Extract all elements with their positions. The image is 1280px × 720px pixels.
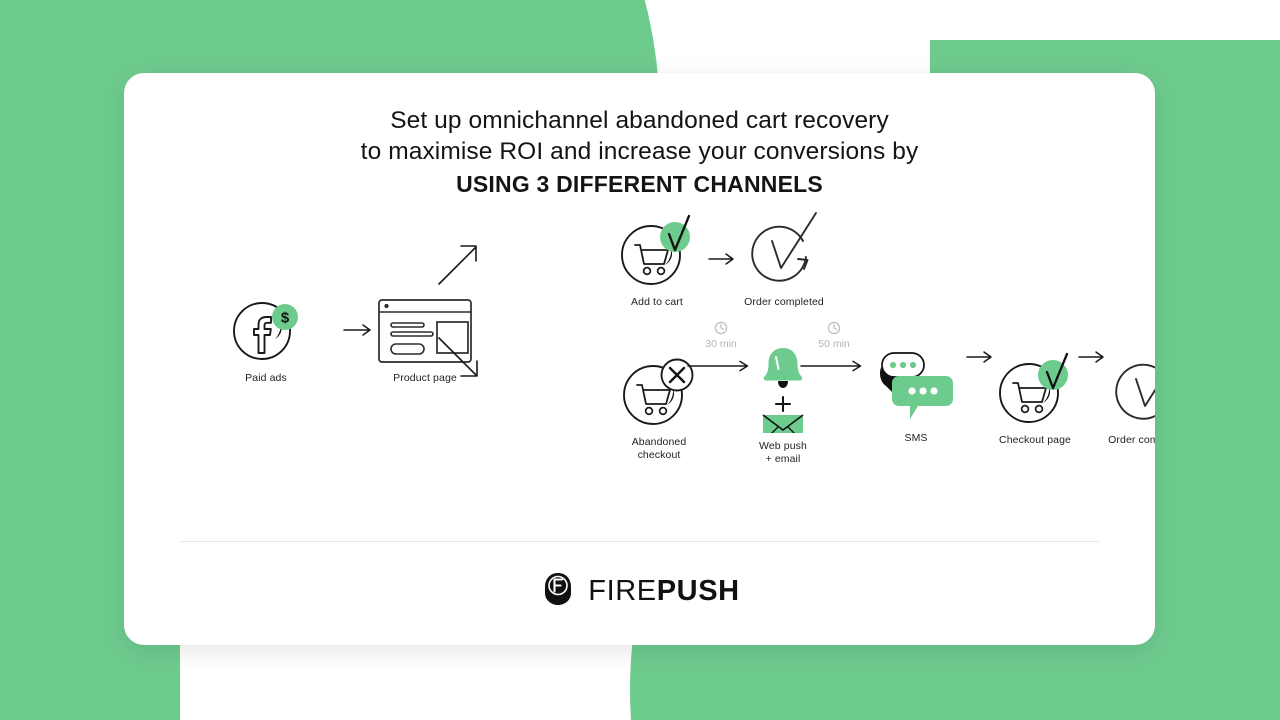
node-label: Product page [393,371,457,384]
order-completed-icon [746,211,822,289]
firepush-logo: FIREPUSH [124,570,1155,613]
clock-icon [714,321,728,338]
node-product-page: Product page [310,291,540,385]
node-label: Order completed [1108,433,1155,446]
cart-check-icon [617,211,697,289]
firepush-wordmark: FIREPUSH [588,577,739,606]
node-label: Web push + email [759,439,807,466]
cart-check-icon [995,349,1075,427]
headline-line-2: to maximise ROI and increase your conver… [360,137,919,165]
order-completed-icon [1110,349,1155,427]
delay-2: 50 min [802,321,866,351]
node-label: Add to cart [631,295,683,308]
sms-bubbles-icon [874,349,958,425]
node-sms: SMS [851,349,981,445]
facebook-dollar-icon: $ [229,291,303,365]
arrow-branch-down [436,335,484,388]
node-order-completed-bottom: Order completed [1083,349,1155,447]
content-card: Set up omnichannel abandoned cart recove… [124,73,1155,645]
arrow-branch-up [436,239,484,292]
node-label: Order completed [744,295,824,308]
firepush-f-mark-icon [539,570,577,613]
node-label: SMS [904,431,928,444]
footer-divider [180,541,1099,542]
headline: Set up omnichannel abandoned cart recove… [124,73,1155,199]
node-order-completed-top: Order completed [719,211,849,309]
clock-icon [827,321,841,338]
logo-text-fire: FIRE [588,575,657,607]
headline-line-3: USING 3 DIFFERENT CHANNELS [456,170,823,197]
headline-line-1: Set up omnichannel abandoned cart recove… [390,107,889,134]
svg-text:$: $ [281,309,290,326]
node-label: Checkout page [999,433,1071,446]
logo-text-push: PUSH [656,575,740,607]
node-add-to-cart: Add to cart [592,211,722,309]
node-label: Abandoned checkout [631,435,687,462]
flow-diagram: $ Paid ads Product page Add to cart Orde… [124,211,1155,511]
